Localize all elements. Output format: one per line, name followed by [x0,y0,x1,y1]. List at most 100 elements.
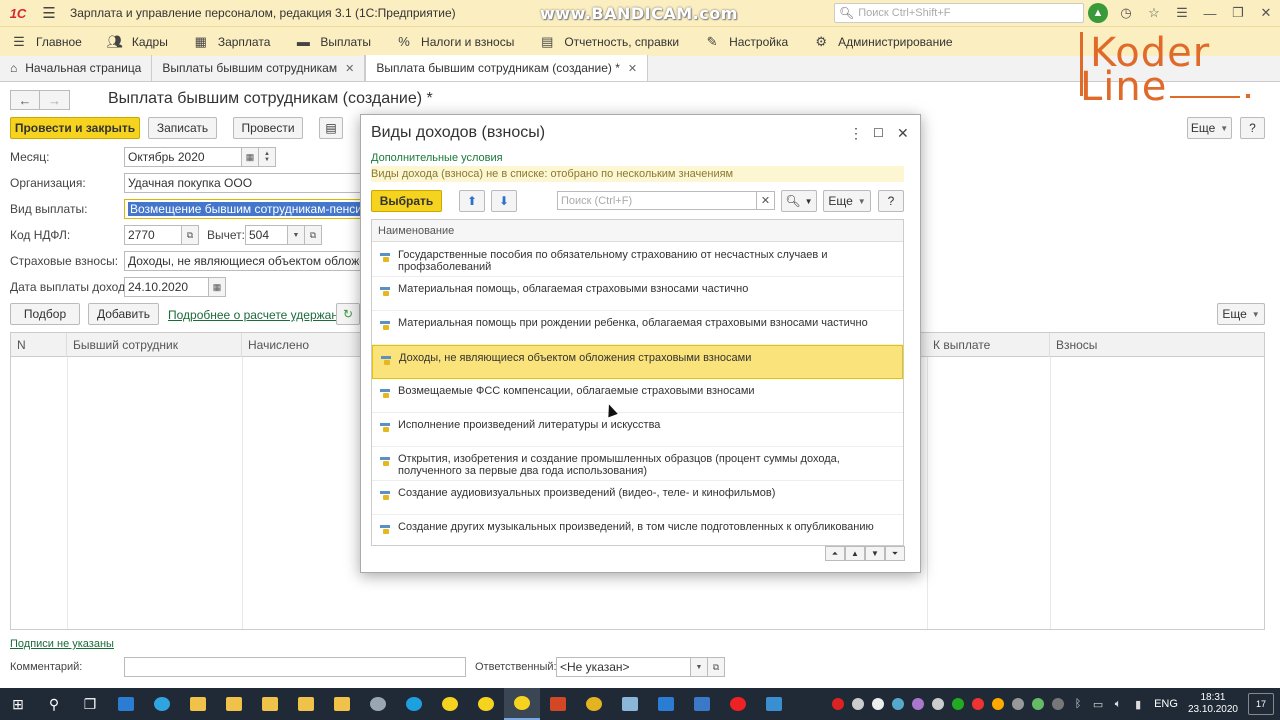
help-button[interactable]: ? [1240,117,1265,139]
list-item[interactable]: Материальная помощь, облагаемая страховы… [372,277,903,311]
tray-app-icon[interactable] [848,688,868,720]
select-button[interactable]: Выбрать [371,190,442,212]
tab-close-icon[interactable]: ✕ [345,62,354,75]
forward-arrow-icon[interactable]: → [40,90,70,110]
income-types-list[interactable]: Наименование Государственные пособия по … [371,219,904,546]
bluetooth-icon[interactable]: ᛒ [1068,688,1088,720]
col-contributions[interactable]: Взносы [1050,333,1264,357]
scroll-bottom-icon[interactable]: ⏷ [885,546,905,561]
powerpoint-icon[interactable] [540,688,576,720]
dialog-more-button[interactable]: Еще ▼ [823,190,871,212]
open-deduction-icon[interactable]: ⧉ [304,225,322,245]
add-button[interactable]: Добавить [88,303,159,325]
col-employee[interactable]: Бывший сотрудник [67,333,242,357]
column-header-name[interactable]: Наименование [372,220,903,242]
restore-icon[interactable]: ❐ [1224,0,1252,26]
tray-app-icon[interactable] [908,688,928,720]
dialog-help-button[interactable]: ? [878,190,904,212]
dialog-close-icon[interactable]: ✕ [897,125,909,142]
minimize-icon[interactable]: — [1196,0,1224,26]
remote-desktop-icon[interactable] [684,688,720,720]
folder-icon[interactable] [324,688,360,720]
more-menu-icon[interactable]: ☰ [1168,0,1196,26]
col-accrued[interactable]: Начислено [242,333,362,357]
app-icon[interactable] [756,688,792,720]
tab-former-employees-payments[interactable]: Выплаты бывшим сотрудникам ✕ [152,55,366,81]
more-button[interactable]: Еще ▼ [1187,117,1232,139]
chevron-down-icon[interactable]: ▼ [287,225,305,245]
scroll-down-icon[interactable]: ▼ [865,546,885,561]
main-menu-icon[interactable]: ☰ [36,0,62,26]
tray-app-icon[interactable] [888,688,908,720]
month-stepper[interactable]: ▲ ▼ [258,147,276,167]
menu-item-main[interactable]: ☰ Главное [0,27,96,57]
col-n[interactable]: N [11,333,67,357]
skype-business-icon[interactable] [648,688,684,720]
global-search-input[interactable]: 🔍︎ Поиск Ctrl+Shift+F [834,3,1084,23]
app-icon[interactable] [360,688,396,720]
battery-icon[interactable]: ▮ [1128,688,1148,720]
list-item[interactable]: Создание других музыкальных произведений… [372,515,903,545]
tray-app-icon[interactable] [988,688,1008,720]
list-item[interactable]: Исполнение произведений литературы и иск… [372,413,903,447]
skype-icon[interactable] [396,688,432,720]
open-responsible-icon[interactable]: ⧉ [707,657,725,677]
responsible-field[interactable]: <Не указан> [556,657,692,677]
dialog-menu-icon[interactable]: ⋮ [849,125,863,142]
clear-search-icon[interactable]: ✕ [757,191,775,210]
refresh-icon[interactable]: ↻ [336,303,360,325]
mail-app-icon[interactable] [108,688,144,720]
calculation-details-link[interactable]: Подробнее о расчете удержаний [168,308,351,322]
list-item[interactable]: Возмещаемые ФСС компенсации, облагаемые … [372,379,903,413]
print-doc-icon[interactable]: ▤ [319,117,343,139]
1c-app-active-icon[interactable] [504,688,540,720]
move-down-arrow-icon[interactable]: ⬇ [491,190,517,212]
comment-field[interactable] [124,657,466,677]
1c-app-icon[interactable] [432,688,468,720]
close-icon[interactable]: ✕ [1252,0,1280,26]
additional-conditions-link[interactable]: Дополнительные условия [371,152,503,164]
tray-app-icon[interactable] [1028,688,1048,720]
move-up-arrow-icon[interactable]: ⬆ [459,190,485,212]
menu-item-taxes[interactable]: % Налоги и взносы [385,27,528,57]
network-icon[interactable]: ▭ [1088,688,1108,720]
menu-item-reports[interactable]: ▤ Отчетность, справки [528,27,693,57]
list-item[interactable]: Государственные пособия по обязательному… [372,243,903,277]
chrome-browser-icon[interactable] [576,688,612,720]
app-icon[interactable] [612,688,648,720]
tray-app-icon[interactable] [928,688,948,720]
tab-close-icon[interactable]: ✕ [628,62,637,75]
folder-icon[interactable] [180,688,216,720]
post-and-close-button[interactable]: Провести и закрыть [10,117,140,139]
table-more-button[interactable]: Еще ▼ [1217,303,1265,325]
task-view-icon[interactable]: ❐ [72,688,108,720]
scroll-top-icon[interactable]: ⏶ [825,546,845,561]
tray-app-icon[interactable] [948,688,968,720]
action-center-icon[interactable]: 17 [1248,693,1274,715]
yandex-browser-icon[interactable] [720,688,756,720]
month-field[interactable]: Октябрь 2020 [124,147,242,167]
back-arrow-icon[interactable]: ← [10,90,40,110]
menu-item-personnel[interactable]: 👥︎ Кадры [96,27,182,57]
dialog-search-input[interactable]: Поиск (Ctrl+F) [557,191,757,210]
list-item-selected[interactable]: Доходы, не являющиеся объектом обложения… [372,345,903,379]
language-indicator[interactable]: ENG [1154,698,1178,710]
col-to-pay[interactable]: К выплате [927,333,1050,357]
edge-browser-icon[interactable] [144,688,180,720]
tab-home[interactable]: ⌂ Начальная страница [0,55,153,81]
volume-icon[interactable]: 🔈︎ [1108,688,1128,720]
menu-item-salary[interactable]: ▦ Зарплата [182,27,285,57]
chevron-down-icon[interactable]: ▼ [690,657,708,677]
organization-field[interactable]: Удачная покупка ООО [124,173,364,193]
pick-button[interactable]: Подбор [10,303,80,325]
favorites-star-icon[interactable]: ☆ [1140,0,1168,26]
folder-icon[interactable] [252,688,288,720]
tray-app-icon[interactable] [1008,688,1028,720]
menu-item-payments[interactable]: ▬ Выплаты [284,27,385,57]
list-item[interactable]: Материальная помощь при рождении ребенка… [372,311,903,345]
tray-app-icon[interactable] [1048,688,1068,720]
payment-type-field[interactable]: Возмещение бывшим сотрудникам-пенсионера… [124,199,364,219]
deduction-field[interactable]: 504 [245,225,289,245]
tab-payment-create[interactable]: Выплата бывшим сотрудникам (создание) * ✕ [365,55,649,81]
record-icon[interactable] [828,688,848,720]
